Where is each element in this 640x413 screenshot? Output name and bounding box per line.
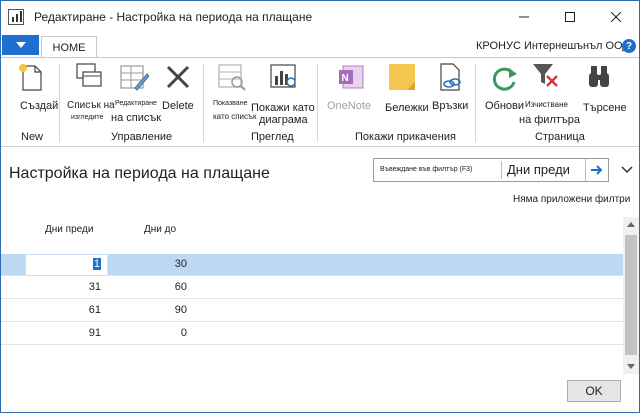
notes-icon: [389, 64, 415, 90]
show-as-chart-button[interactable]: Покажи като диаграма: [251, 58, 317, 128]
cell-days-before[interactable]: 91: [27, 327, 101, 339]
vertical-scrollbar[interactable]: [623, 217, 639, 374]
filter-bar: Въвеждане във филтър (F3) Дни преди: [373, 158, 609, 182]
company-name: КРОНУС Интернешънъл ООД: [476, 40, 630, 52]
app-icon: [8, 9, 24, 25]
filter-divider: [501, 161, 502, 179]
page-title: Настройка на периода на плащане: [9, 165, 270, 182]
table-row[interactable]: 61 90: [1, 300, 623, 322]
ribbon-separator: [203, 64, 204, 142]
ribbon-tab-row: HOME КРОНУС Интернешънъл ООД ?: [1, 33, 639, 58]
cell-days-to[interactable]: 60: [109, 281, 187, 293]
scroll-up-icon[interactable]: [623, 217, 639, 231]
maximize-icon[interactable]: [547, 1, 593, 33]
cell-days-before[interactable]: 1: [27, 258, 101, 270]
links-icon: [440, 63, 461, 91]
edit-list-icon: [120, 65, 149, 91]
cell-days-to[interactable]: 90: [109, 304, 187, 316]
chevron-down-icon[interactable]: [621, 163, 633, 177]
ribbon-separator: [475, 64, 476, 142]
ribbon-separator: [59, 64, 60, 142]
delete-button[interactable]: Delete: [161, 58, 197, 118]
minimize-icon[interactable]: [501, 1, 547, 33]
group-label-new: New: [21, 131, 44, 143]
group-label-page: Страница: [535, 131, 585, 143]
window-title: Редактиране - Настройка на периода на пл…: [34, 10, 313, 24]
tab-home[interactable]: HOME: [41, 36, 97, 58]
group-label-view: Преглед: [251, 131, 294, 143]
list-views-button[interactable]: Списък на изгледите: [67, 58, 117, 128]
cell-days-to[interactable]: 30: [109, 258, 187, 270]
table-row[interactable]: 31 60: [1, 277, 623, 299]
cell-days-to[interactable]: 0: [109, 327, 187, 339]
scrollbar-thumb[interactable]: [625, 235, 637, 355]
list-views-icon: [76, 63, 102, 87]
create-button[interactable]: Създай: [17, 58, 61, 118]
help-icon[interactable]: ?: [622, 39, 636, 53]
refresh-icon: [492, 67, 517, 91]
show-as-list-icon: [218, 64, 246, 91]
ribbon-separator: [317, 64, 318, 142]
filter-status: Няма приложени филтри: [513, 194, 631, 205]
scroll-down-icon[interactable]: [623, 359, 639, 373]
ok-button[interactable]: OK: [567, 380, 621, 402]
column-header-days-before[interactable]: Дни преди: [45, 224, 93, 235]
links-button[interactable]: Връзки: [431, 58, 475, 118]
filter-field-select[interactable]: Дни преди: [507, 162, 570, 177]
app-window: Редактиране - Настройка на периода на пл…: [0, 0, 640, 413]
new-document-icon: [19, 64, 42, 91]
show-as-chart-icon: [270, 64, 296, 88]
cell-value: 1: [92, 258, 101, 270]
delete-icon: [166, 65, 190, 89]
onenote-icon: N: [339, 65, 364, 89]
table-row[interactable]: 91 0: [1, 323, 623, 345]
dropdown-arrow-icon[interactable]: [2, 35, 39, 55]
arrow-right-icon[interactable]: [585, 159, 608, 181]
group-label-manage: Управление: [111, 131, 173, 143]
ribbon: Създай New Списък на изгледите Редактира…: [1, 57, 639, 147]
search-button[interactable]: Търсене: [579, 58, 629, 118]
edit-list-button[interactable]: Редактиране на списък: [111, 58, 163, 128]
notes-button[interactable]: Бележки: [383, 58, 431, 118]
binoculars-icon: [589, 66, 609, 87]
clear-filter-icon: [533, 64, 558, 87]
clear-filter-button[interactable]: Изчистване на филтъра: [519, 58, 580, 128]
close-icon[interactable]: [593, 1, 639, 33]
column-header-days-to[interactable]: Дни до: [144, 224, 176, 235]
cell-days-before[interactable]: 61: [27, 304, 101, 316]
filter-input[interactable]: Въвеждане във филтър (F3): [380, 166, 472, 173]
svg-text:N: N: [342, 73, 349, 84]
cell-days-before[interactable]: 31: [27, 281, 101, 293]
table-row[interactable]: 1 30: [1, 254, 623, 276]
title-bar: Редактиране - Настройка на периода на пл…: [1, 1, 639, 33]
onenote-button[interactable]: N OneNote: [323, 58, 379, 118]
group-label-attachments: Покажи прикачения: [355, 131, 456, 143]
